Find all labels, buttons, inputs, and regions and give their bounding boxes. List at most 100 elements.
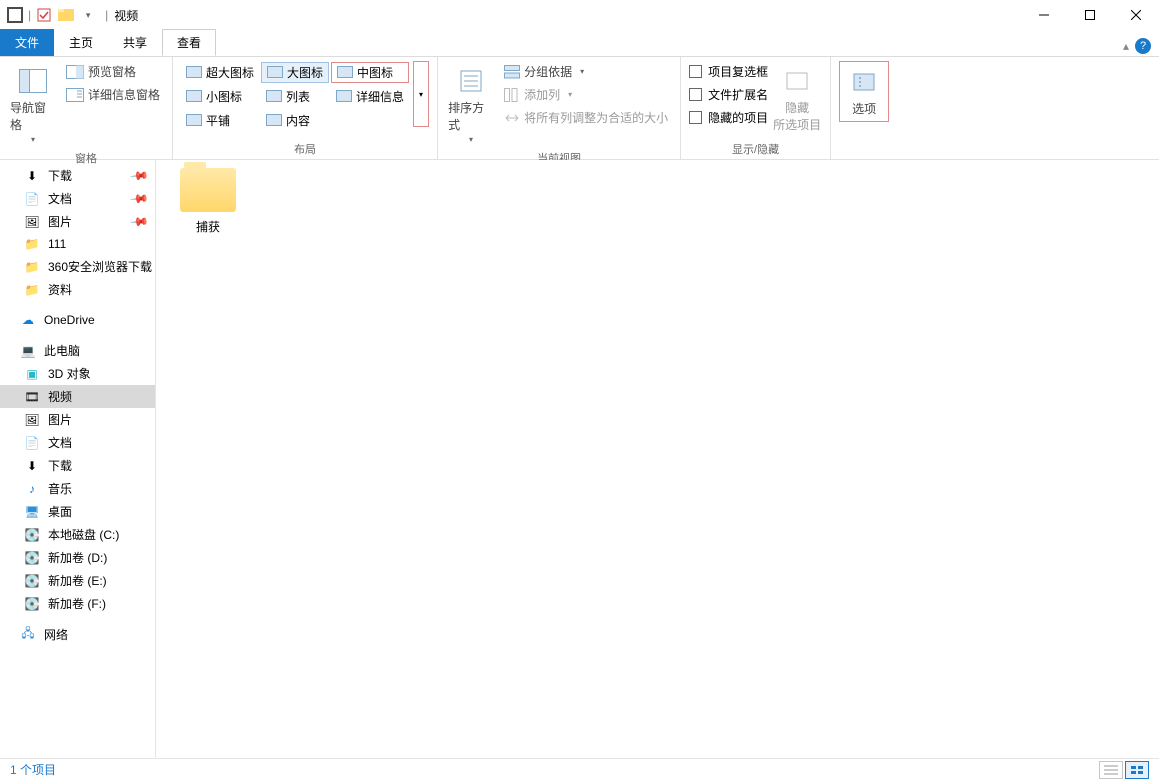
preview-pane-icon bbox=[66, 65, 84, 79]
help-button[interactable]: ? bbox=[1135, 38, 1151, 54]
medium-icon bbox=[337, 66, 353, 78]
tab-view[interactable]: 查看 bbox=[162, 29, 216, 56]
details-pane-label: 详细信息窗格 bbox=[88, 86, 160, 103]
folder-icon bbox=[180, 168, 236, 212]
addcolumn-label: 添加列 bbox=[524, 86, 560, 103]
checkbox-file-extensions[interactable]: 文件扩展名 bbox=[689, 84, 768, 105]
folder-icon[interactable] bbox=[57, 6, 75, 24]
layout-small-label: 小图标 bbox=[206, 88, 242, 105]
layout-content[interactable]: 内容 bbox=[261, 111, 329, 130]
maximize-button[interactable] bbox=[1067, 0, 1113, 30]
sort-icon bbox=[455, 65, 487, 97]
layout-list[interactable]: 列表 bbox=[261, 87, 329, 106]
chevron-down-icon: ▾ bbox=[580, 67, 584, 76]
options-button[interactable]: 选项 bbox=[839, 61, 889, 122]
view-switcher bbox=[1099, 761, 1149, 779]
layout-large[interactable]: 大图标 bbox=[261, 62, 329, 83]
nav-network[interactable]: 🖧网络 bbox=[0, 623, 155, 646]
folder-icon: 📁 bbox=[24, 282, 40, 298]
options-label: 选项 bbox=[852, 100, 876, 117]
layout-details[interactable]: 详细信息 bbox=[331, 87, 409, 106]
nav-label: 新加卷 (D:) bbox=[48, 549, 107, 566]
nav-label: 文档 bbox=[48, 434, 72, 451]
tab-file[interactable]: 文件 bbox=[0, 29, 54, 56]
nav-folder-360[interactable]: 📁360安全浏览器下载 bbox=[0, 255, 155, 278]
nav-disk-e[interactable]: 💽新加卷 (E:) bbox=[0, 569, 155, 592]
nav-documents[interactable]: 📄文档📌 bbox=[0, 187, 155, 210]
title-separator: | bbox=[105, 8, 108, 22]
nav-onedrive[interactable]: ☁ OneDrive bbox=[0, 309, 155, 331]
nav-disk-f[interactable]: 💽新加卷 (F:) bbox=[0, 592, 155, 615]
autosize-button[interactable]: 将所有列调整为合适的大小 bbox=[500, 107, 672, 128]
layout-medium[interactable]: 中图标 bbox=[331, 62, 409, 83]
layout-large-label: 大图标 bbox=[287, 64, 323, 81]
details-pane-button[interactable]: 详细信息窗格 bbox=[62, 84, 164, 105]
nav-label: OneDrive bbox=[44, 313, 95, 327]
layout-medium-label: 中图标 bbox=[357, 64, 393, 81]
nav-label: 下载 bbox=[48, 167, 72, 184]
chevron-down-icon[interactable]: ▾ bbox=[79, 6, 97, 24]
explorer-body: ⬇下载📌 📄文档📌 🖼图片📌 📁111 📁360安全浏览器下载 📁资料 ☁One… bbox=[0, 160, 1159, 758]
disk-icon: 💽 bbox=[24, 596, 40, 612]
navigation-pane-button[interactable]: 导航窗格 ▾ bbox=[8, 61, 58, 148]
nav-pictures[interactable]: 🖼图片📌 bbox=[0, 210, 155, 233]
nav-disk-d[interactable]: 💽 新加卷 (D:) bbox=[0, 546, 155, 569]
nav-folder-data[interactable]: 📁资料 bbox=[0, 278, 155, 301]
chevron-down-icon: ▾ bbox=[469, 135, 473, 144]
groupby-button[interactable]: 分组依据▾ bbox=[500, 61, 672, 82]
hide-selected-button[interactable]: 隐藏 所选项目 bbox=[772, 61, 822, 137]
hide-selected-label: 隐藏 所选项目 bbox=[773, 99, 821, 133]
nav-disk-c[interactable]: 💽本地磁盘 (C:) bbox=[0, 523, 155, 546]
nav-music[interactable]: ♪音乐 bbox=[0, 477, 155, 500]
nav-videos[interactable]: 🎞视频 bbox=[0, 385, 155, 408]
preview-pane-button[interactable]: 预览窗格 bbox=[62, 61, 164, 82]
view-icons-button[interactable] bbox=[1125, 761, 1149, 779]
minimize-button[interactable] bbox=[1021, 0, 1067, 30]
content-area[interactable]: 捕获 bbox=[156, 160, 1159, 758]
layout-small[interactable]: 小图标 bbox=[181, 87, 259, 106]
group-label-showhide: 显示/隐藏 bbox=[689, 139, 822, 157]
minimize-ribbon-icon[interactable]: ▴ bbox=[1123, 39, 1129, 53]
ribbon-group-layout: 超大图标 大图标 中图标 小图标 列表 详细信息 平铺 内容 ▾ 布局 bbox=[173, 57, 438, 159]
large-icon bbox=[267, 66, 283, 78]
layout-tiles[interactable]: 平铺 bbox=[181, 111, 259, 130]
nav-3dobjects[interactable]: ▣3D 对象 bbox=[0, 362, 155, 385]
nav-folder-111[interactable]: 📁111 bbox=[0, 233, 155, 255]
autosize-label: 将所有列调整为合适的大小 bbox=[524, 109, 668, 126]
navigation-tree[interactable]: ⬇下载📌 📄文档📌 🖼图片📌 📁111 📁360安全浏览器下载 📁资料 ☁One… bbox=[0, 160, 156, 758]
ribbon-group-currentview: 排序方式 ▾ 分组依据▾ 添加列▾ 将所有列调整为合适的大小 当前视图 bbox=[438, 57, 681, 159]
picture-icon: 🖼 bbox=[24, 412, 40, 428]
layout-list-label: 列表 bbox=[286, 88, 310, 105]
group-label-layout: 布局 bbox=[181, 139, 429, 157]
layout-xlarge[interactable]: 超大图标 bbox=[181, 63, 259, 82]
checkbox-item-checkboxes[interactable]: 项目复选框 bbox=[689, 61, 768, 82]
cloud-icon: ☁ bbox=[20, 312, 36, 328]
disk-icon: 💽 bbox=[24, 550, 40, 566]
nav-label: 下载 bbox=[48, 457, 72, 474]
close-button[interactable] bbox=[1113, 0, 1159, 30]
folder-item[interactable]: 捕获 bbox=[168, 168, 248, 235]
nav-downloads2[interactable]: ⬇ 下载 bbox=[0, 454, 155, 477]
addcolumn-button[interactable]: 添加列▾ bbox=[500, 84, 672, 105]
disk-icon: 💽 bbox=[24, 527, 40, 543]
nav-downloads[interactable]: ⬇下载📌 bbox=[0, 164, 155, 187]
checkbox-label: 项目复选框 bbox=[708, 63, 768, 80]
properties-icon[interactable] bbox=[35, 6, 53, 24]
tab-share[interactable]: 共享 bbox=[108, 29, 162, 56]
checkbox-hidden-items[interactable]: 隐藏的项目 bbox=[689, 107, 768, 128]
nav-documents2[interactable]: 📄文档 bbox=[0, 431, 155, 454]
sort-button[interactable]: 排序方式 ▾ bbox=[446, 61, 496, 148]
layout-more-button[interactable]: ▾ bbox=[413, 61, 429, 127]
download-icon: ⬇ bbox=[24, 458, 40, 474]
nav-label: 图片 bbox=[48, 411, 72, 428]
nav-desktop[interactable]: 🖥桌面 bbox=[0, 500, 155, 523]
tab-home[interactable]: 主页 bbox=[54, 29, 108, 56]
nav-label: 网络 bbox=[44, 626, 68, 643]
details-pane-icon bbox=[66, 88, 84, 102]
view-details-button[interactable] bbox=[1099, 761, 1123, 779]
nav-pictures2[interactable]: 🖼 图片 bbox=[0, 408, 155, 431]
nav-label: 111 bbox=[48, 237, 66, 251]
nav-thispc[interactable]: 💻此电脑 bbox=[0, 339, 155, 362]
nav-label: 3D 对象 bbox=[48, 365, 91, 382]
group-label-empty bbox=[839, 143, 889, 157]
